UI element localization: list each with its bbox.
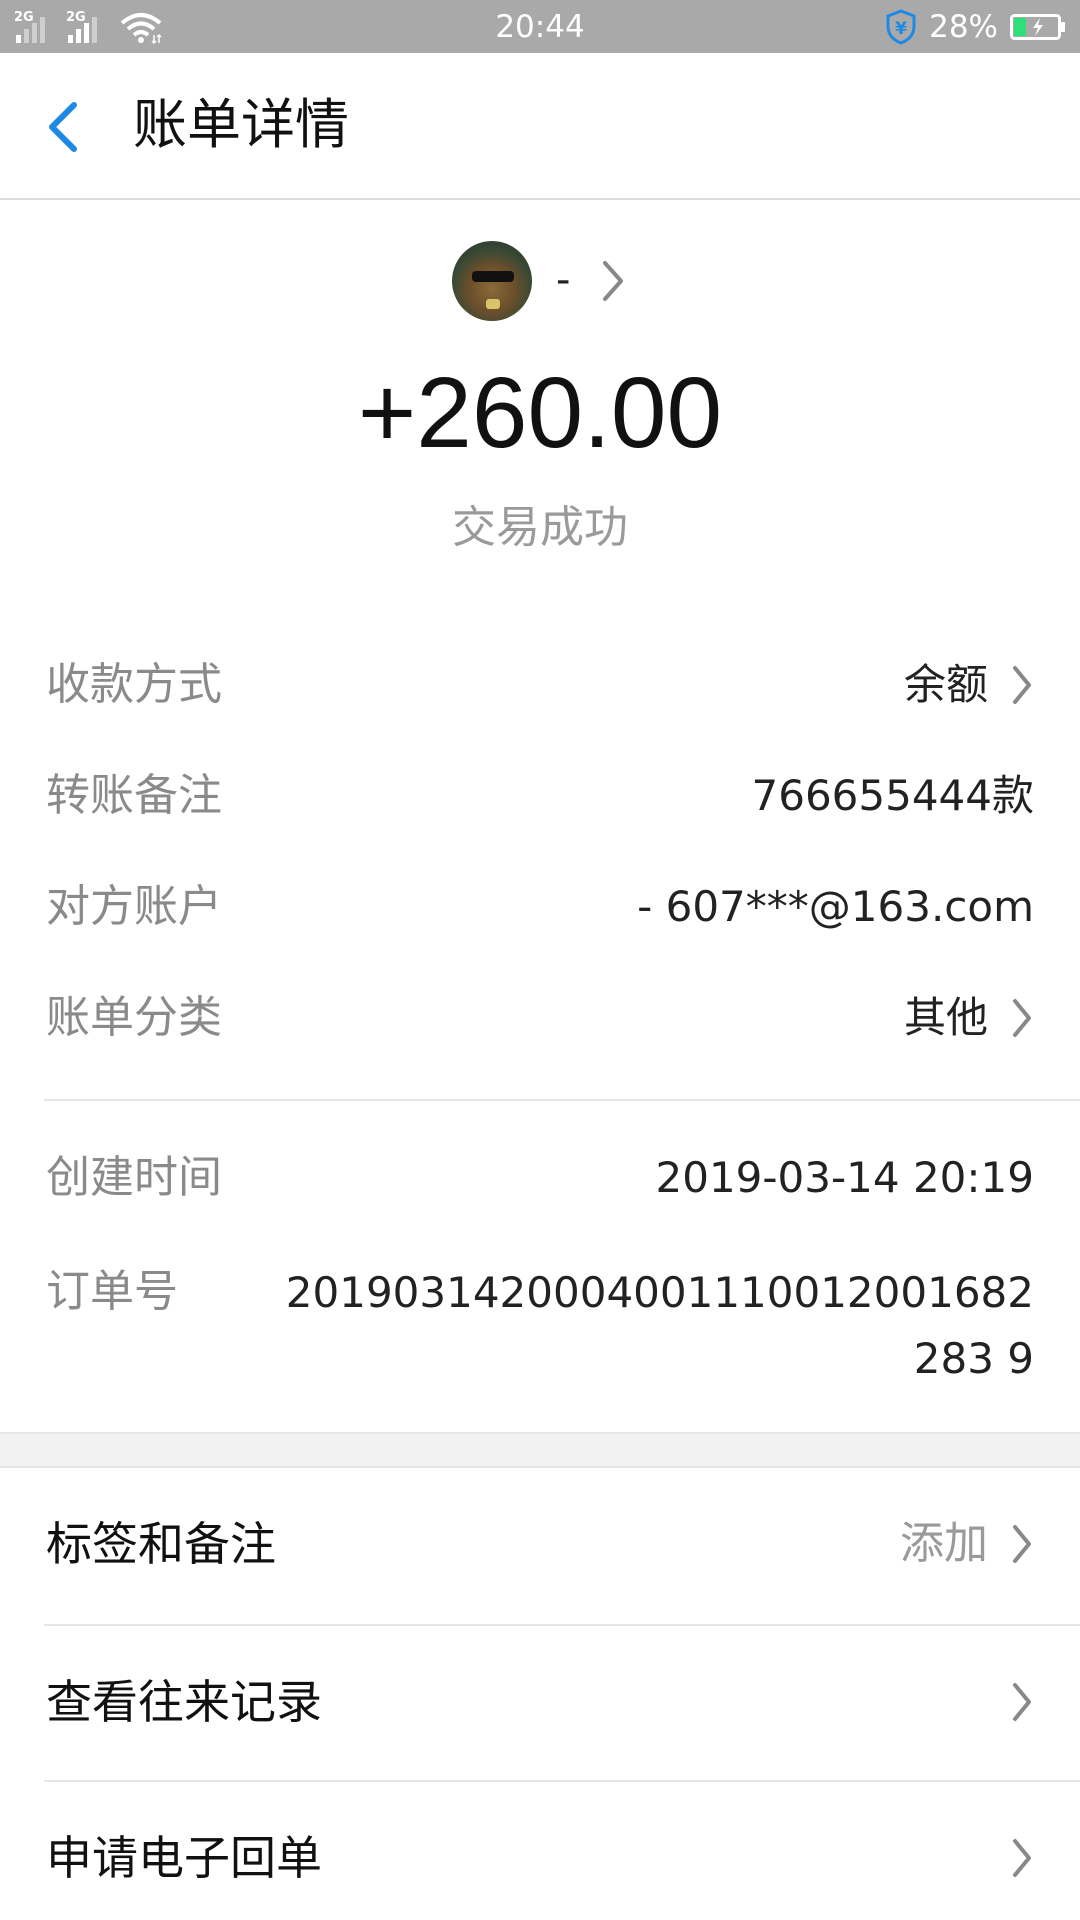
status-right: ¥ 28% xyxy=(885,8,1066,46)
action-tags-notes[interactable]: 标签和备注 添加 xyxy=(0,1494,1080,1594)
created-time-label: 创建时间 xyxy=(46,1152,222,1203)
transaction-amount: +260.00 xyxy=(357,357,723,469)
page-title: 账单详情 xyxy=(133,93,349,156)
chevron-right-icon xyxy=(1013,1525,1031,1563)
detail-row-payment-method[interactable]: 收款方式 余额 xyxy=(0,655,1080,715)
section-separator-band xyxy=(0,1432,1080,1468)
action-request-e-receipt[interactable]: 申请电子回单 xyxy=(0,1808,1080,1908)
svg-text:¥: ¥ xyxy=(895,19,907,39)
detail-value: 余额 xyxy=(903,660,988,709)
transaction-status: 交易成功 xyxy=(452,502,628,553)
action-label: 标签和备注 xyxy=(46,1517,276,1571)
action-label: 查看往来记录 xyxy=(46,1675,322,1729)
app-header: 账单详情 xyxy=(0,53,1080,200)
detail-row-counterparty-account: 对方账户 - 607***@163.com xyxy=(0,877,1080,937)
security-shield-icon: ¥ xyxy=(886,9,916,45)
created-time-value: 2019-03-14 20:19 xyxy=(655,1153,1034,1202)
chevron-right-icon xyxy=(1013,1683,1031,1721)
action-view-records[interactable]: 查看往来记录 xyxy=(0,1652,1080,1752)
detail-label: 账单分类 xyxy=(46,992,222,1043)
action-label: 申请电子回单 xyxy=(46,1831,322,1885)
detail-value: - 607***@163.com xyxy=(637,882,1034,931)
payee-chevron-icon[interactable] xyxy=(600,258,626,304)
detail-label: 转账备注 xyxy=(46,770,222,821)
detail-value: 766655444款 xyxy=(751,771,1035,820)
detail-label: 收款方式 xyxy=(46,659,222,710)
add-link[interactable]: 添加 xyxy=(900,1514,988,1574)
detail-value: 其他 xyxy=(903,993,988,1042)
chevron-right-icon xyxy=(1013,1839,1031,1877)
order-number-value: 2019031420004001110012001682283 9 xyxy=(285,1268,1034,1383)
detail-row-bill-category[interactable]: 账单分类 其他 xyxy=(0,988,1080,1048)
list-divider xyxy=(44,1780,1080,1782)
status-bar: 2G 2G 20:44 ¥ 28% xyxy=(0,0,1080,53)
battery-icon xyxy=(1010,14,1065,40)
payee-avatar[interactable] xyxy=(452,241,532,321)
payee-name[interactable]: - xyxy=(556,254,570,306)
chevron-right-icon xyxy=(1013,666,1031,704)
order-number-label: 订单号 xyxy=(46,1266,178,1317)
detail-label: 对方账户 xyxy=(46,881,222,932)
back-arrow-icon[interactable] xyxy=(44,97,84,157)
detail-row-created-time: 创建时间 2019-03-14 20:19 xyxy=(0,1148,1080,1208)
section-divider xyxy=(44,1099,1080,1101)
list-divider xyxy=(44,1624,1080,1626)
chevron-right-icon xyxy=(1013,999,1031,1037)
detail-row-transfer-note: 转账备注 766655444款 xyxy=(0,766,1080,826)
battery-percent: 28% xyxy=(929,9,998,45)
